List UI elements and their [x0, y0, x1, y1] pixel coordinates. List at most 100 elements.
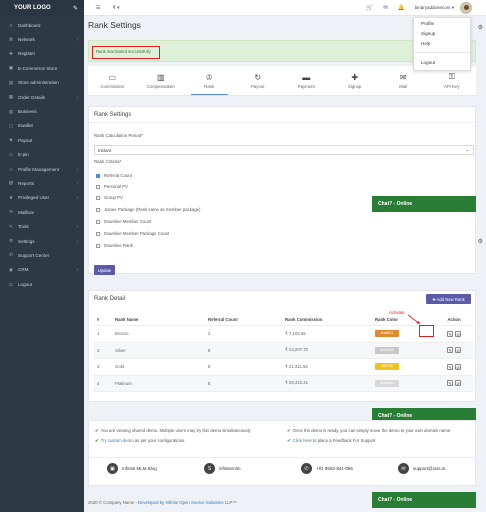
edit-icon[interactable]: ✎ [447, 347, 453, 354]
tab-rank[interactable]: ♔ Rank [185, 66, 234, 95]
sidebar-item-e-pin[interactable]: ◇ E-pin [0, 148, 84, 162]
toggle-status-icon[interactable]: ⊘ [455, 347, 461, 354]
sidebar-item-dashboard[interactable]: ≡ Dashboard [0, 18, 84, 32]
dropdown-item-signup[interactable]: Signup [414, 28, 470, 38]
rank-icon: ♔ [205, 72, 213, 82]
tab-label: Compensation [146, 83, 175, 89]
tab-commission[interactable]: ▭ Commission [88, 66, 137, 95]
contact-item[interactable]: ✆ +91 9562-941-055 [283, 458, 380, 479]
checkbox-label: Personal PV [104, 184, 128, 189]
sidebar-item-logout[interactable]: ⏻ Logout [0, 277, 84, 291]
checkbox[interactable] [96, 207, 100, 212]
sidebar-item-label: Register [18, 51, 36, 57]
tab-compensation[interactable]: ▥ Compensation [137, 66, 186, 95]
sidebar-item-ewallet[interactable]: ▢ Ewallet [0, 119, 84, 133]
edit-icon[interactable]: ✎ [447, 380, 453, 387]
action-highlight [419, 325, 434, 337]
chat-widget[interactable]: Chat? - Online [372, 196, 476, 212]
period-select[interactable]: Instant ⌄ [94, 145, 474, 155]
criteria-checkbox[interactable]: Downline Member Count [96, 219, 151, 224]
mail-icon[interactable]: ✉ [383, 5, 388, 11]
update-button[interactable]: Update [94, 265, 115, 275]
rank-color-cell: #e5e4e2 [375, 379, 435, 387]
toggle-status-icon[interactable]: ⊘ [455, 363, 461, 370]
criteria-checkbox[interactable]: Personal PV [96, 184, 128, 189]
edit-icon[interactable]: ✎ [73, 5, 78, 12]
sidebar-item-order-details[interactable]: ▦ Order Details › [0, 90, 84, 104]
sidebar-item-register[interactable]: ✚ Register [0, 47, 84, 61]
checkbox[interactable] [96, 243, 100, 248]
tab-payout[interactable]: ↻ Payout [234, 66, 283, 95]
checkbox[interactable] [96, 184, 100, 189]
sidebar-item-privileged-user[interactable]: ♛ Privileged User › [0, 191, 84, 205]
rank-color-badge: #ffd700 [375, 363, 399, 371]
custom-demo-link[interactable]: Try custom demo [101, 438, 134, 443]
referral-count: 8 [208, 364, 211, 370]
row-num: 1 [97, 331, 100, 337]
criteria-checkbox[interactable]: Referral Count [96, 173, 132, 178]
rank-settings-card: Rank Settings Rank Calculation Period* I… [88, 106, 476, 275]
tab-payment[interactable]: ▬ Payment [282, 66, 331, 95]
checkbox[interactable] [96, 173, 100, 178]
rank-commission: ₹ 28,415.41 [285, 380, 309, 386]
logo-bar: YOUR LOGO ✎ [0, 0, 84, 16]
tab-label: Payout [251, 83, 265, 89]
dropdown-item-logout[interactable]: Logout [414, 57, 470, 67]
settings-icon: ⚙ [8, 238, 14, 244]
edit-icon[interactable]: ✎ [447, 330, 453, 337]
info-move-domain: ✔ Once the demo is ready, you can simply … [287, 428, 451, 434]
avatar[interactable] [460, 2, 472, 14]
developer-link[interactable]: Developed by Infinite Open Source Soluti… [138, 500, 237, 505]
bell-icon[interactable]: 🔔 [398, 5, 405, 11]
sidebar-nav: ≡ Dashboard ⌘ Network › ✚ Register ▣ E-Commerce … [0, 16, 84, 291]
contact-item[interactable]: Sinfinitemlm [186, 458, 283, 479]
add-rank-button[interactable]: ✚ Add New Rank [426, 294, 471, 304]
sidebar-item-payout[interactable]: ◈ Payout [0, 133, 84, 147]
criteria-checkbox[interactable]: Downline Rank [96, 243, 133, 248]
gear-icon[interactable]: ⚙ [478, 238, 483, 245]
store-administration-icon: ▤ [8, 79, 14, 85]
criteria-checkbox[interactable]: Group PV [96, 195, 123, 200]
sidebar-item-e-commerce-store[interactable]: ▣ E-Commerce Store [0, 61, 84, 75]
sidebar-item-label: Mailbox [18, 209, 34, 215]
sidebar-item-label: Order Details [18, 94, 46, 100]
sidebar-item-settings[interactable]: ⚙ Settings › [0, 234, 84, 248]
sidebar-item-network[interactable]: ⌘ Network › [0, 32, 84, 46]
contact-item[interactable]: ▣ Infinite MLM Blog [89, 458, 186, 479]
edit-icon[interactable]: ✎ [447, 363, 453, 370]
sidebar-item-business[interactable]: ▥ Business [0, 104, 84, 118]
dropdown-item-help[interactable]: Help [414, 38, 470, 48]
chevron-right-icon: › [76, 37, 79, 43]
sidebar-item-profile-management[interactable]: ☺ Profile Management › [0, 162, 84, 176]
sidebar-item-mailbox[interactable]: ✉ Mailbox [0, 205, 84, 219]
contact-item[interactable]: ✉ support@ioss.in [380, 458, 477, 479]
dropdown-item-profile[interactable]: Profile [414, 18, 470, 28]
user-menu-button[interactable]: binaryaddonecom ▾ [415, 5, 454, 11]
toggle-status-icon[interactable]: ⊘ [455, 380, 461, 387]
chat-widget[interactable]: Chat? - Online [372, 492, 476, 508]
checkbox[interactable] [96, 219, 100, 224]
tab-label: Rank [204, 83, 215, 89]
feedback-link[interactable]: Click here [293, 438, 312, 443]
sidebar-item-reports[interactable]: ▧ Reports › [0, 176, 84, 190]
page-title: Rank Settings [88, 20, 141, 30]
checkbox[interactable] [96, 195, 100, 200]
payout-icon: ◈ [9, 137, 13, 143]
sidebar-item-crm[interactable]: ◉ CRM › [0, 263, 84, 277]
gear-icon[interactable]: ⚙ [478, 24, 483, 31]
cart-icon[interactable]: 🛒 [366, 5, 373, 11]
menu-toggle-icon[interactable]: ☰ [96, 5, 100, 11]
top-bar: ☰ ₹ ▾ 🛒 ✉ 🔔 binaryaddonecom ▾ [84, 0, 486, 16]
checkbox[interactable] [96, 231, 100, 236]
tab-label: Commission [100, 83, 125, 89]
criteria-checkbox[interactable]: Downline Member Package Count [96, 231, 169, 236]
sidebar-item-label: Dashboard [18, 22, 41, 28]
tab-signup[interactable]: ✚ Signup [331, 66, 380, 95]
sidebar-item-support-center[interactable]: ✆ Support Center [0, 248, 84, 262]
sidebar-item-tools[interactable]: ✎ Tools › [0, 219, 84, 233]
payment-icon: ▬ [302, 72, 311, 82]
criteria-checkbox[interactable]: Joinee Package (Rank same as member pack… [96, 207, 201, 212]
toggle-status-icon[interactable]: ⊘ [455, 330, 461, 337]
currency-dropdown[interactable]: ₹ ▾ [112, 5, 119, 11]
sidebar-item-store-administration[interactable]: ▤ Store administration [0, 76, 84, 90]
